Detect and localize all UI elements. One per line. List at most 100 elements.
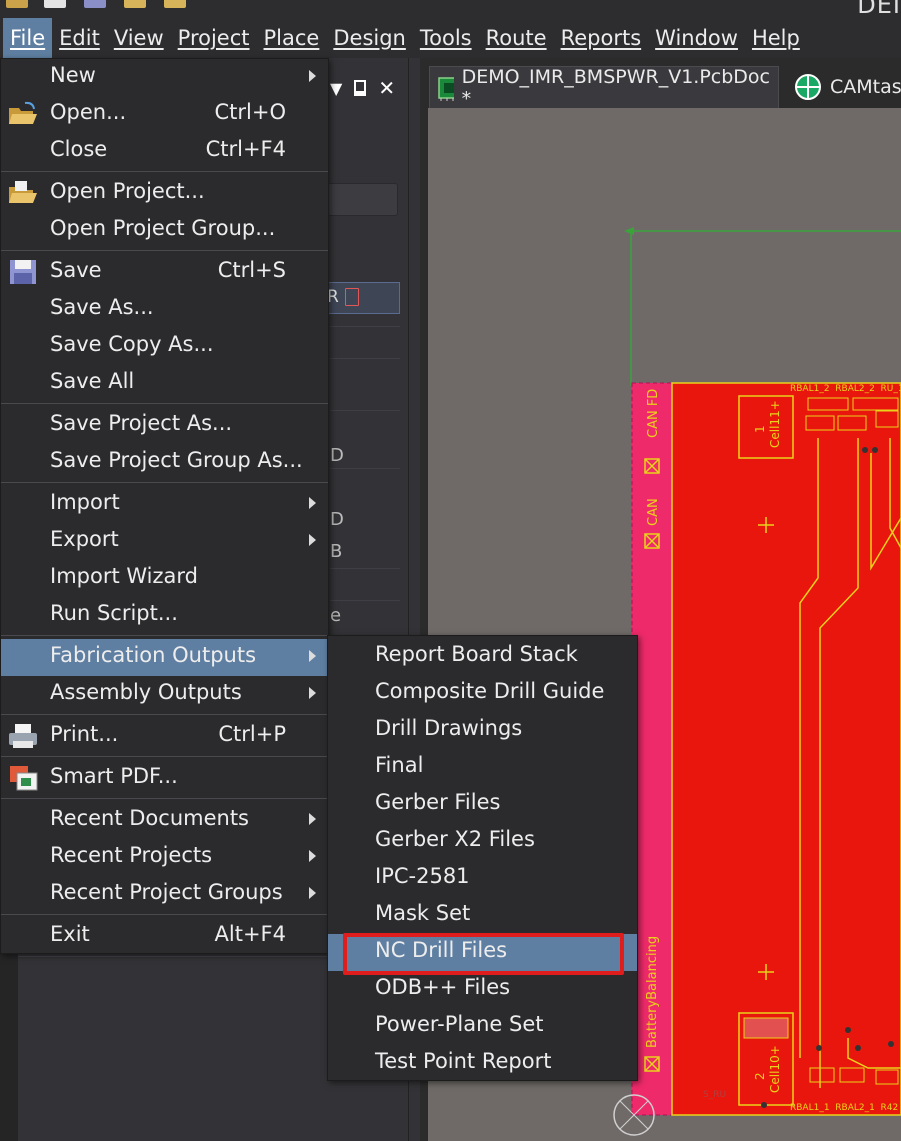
- menu-item-label: Open Project Group...: [50, 216, 276, 240]
- row-divider: [330, 468, 400, 469]
- menu-item-save-all[interactable]: Save All: [1, 365, 328, 402]
- menu-place[interactable]: Place: [257, 18, 327, 58]
- quick-open-icon[interactable]: [124, 0, 146, 8]
- menu-item-export[interactable]: Export: [1, 523, 328, 560]
- menu-separator: [1, 635, 328, 636]
- submenu-item-report-board-stack[interactable]: Report Board Stack: [328, 638, 637, 675]
- menu-item-import-wizard[interactable]: Import Wizard: [1, 560, 328, 597]
- menu-separator: [1, 482, 328, 483]
- submenu-item-label: Power-Plane Set: [375, 1012, 544, 1036]
- menu-item-run-script[interactable]: Run Script...: [1, 597, 328, 634]
- submenu-item-gerber-files[interactable]: Gerber Files: [328, 786, 637, 823]
- pcb-icon: [438, 76, 454, 101]
- quick-open-project-icon[interactable]: [164, 0, 186, 8]
- menu-item-smart-pdf[interactable]: Smart PDF...: [1, 760, 328, 797]
- panel-selected-item[interactable]: R: [318, 282, 400, 314]
- submenu-item-label: Final: [375, 753, 424, 777]
- row-divider: [330, 358, 400, 359]
- menu-item-save-project-group-as[interactable]: Save Project Group As...: [1, 444, 328, 481]
- quick-save-icon[interactable]: [44, 0, 66, 8]
- submenu-item-test-point-report[interactable]: Test Point Report: [328, 1045, 637, 1082]
- menu-item-new[interactable]: New: [1, 59, 328, 96]
- menu-view[interactable]: View: [107, 18, 171, 58]
- submenu-item-label: Drill Drawings: [375, 716, 523, 740]
- panel-close-icon[interactable]: ✕: [378, 76, 395, 100]
- menu-item-label: New: [50, 63, 96, 87]
- menu-item-open[interactable]: Open... Ctrl+O: [1, 96, 328, 133]
- submenu-item-drill-drawings[interactable]: Drill Drawings: [328, 712, 637, 749]
- panel-search-input[interactable]: [318, 183, 398, 216]
- pcb-label-cell11-num: 1: [753, 425, 767, 433]
- submenu-arrow-icon: [309, 813, 316, 825]
- menu-item-recent-project-groups[interactable]: Recent Project Groups: [1, 876, 328, 913]
- quick-save-all-icon[interactable]: [84, 0, 106, 8]
- menu-item-import[interactable]: Import: [1, 486, 328, 523]
- menu-item-label: Assembly Outputs: [50, 680, 242, 704]
- menu-separator: [1, 714, 328, 715]
- row-divider: [330, 568, 400, 569]
- submenu-item-ipc-2581[interactable]: IPC-2581: [328, 860, 637, 897]
- shortcut-label: Ctrl+F4: [205, 137, 286, 161]
- menu-item-label: Exit: [50, 922, 90, 946]
- file-menu: New Open... Ctrl+O Close Ctrl+F4 Open Proj…: [0, 58, 329, 954]
- menu-reports[interactable]: Reports: [554, 18, 649, 58]
- fabrication-outputs-submenu: Report Board Stack Composite Drill Guide…: [327, 635, 638, 1081]
- menu-item-recent-documents[interactable]: Recent Documents: [1, 802, 328, 839]
- panel-header-controls: ▼ ✕: [330, 68, 420, 108]
- shortcut-label: Alt+F4: [214, 922, 286, 946]
- submenu-arrow-icon: [309, 650, 316, 662]
- menu-file[interactable]: File: [3, 18, 53, 58]
- menu-window[interactable]: Window: [648, 18, 745, 58]
- submenu-item-odb-files[interactable]: ODB++ Files: [328, 971, 637, 1008]
- row-divider: [330, 326, 400, 327]
- submenu-arrow-icon: [309, 850, 316, 862]
- submenu-item-mask-set[interactable]: Mask Set: [328, 897, 637, 934]
- submenu-item-final[interactable]: Final: [328, 749, 637, 786]
- menu-project[interactable]: Project: [171, 18, 257, 58]
- menu-route[interactable]: Route: [479, 18, 554, 58]
- menu-help[interactable]: Help: [745, 18, 807, 58]
- menu-item-label: Print...: [50, 722, 119, 746]
- menu-item-save-copy-as[interactable]: Save Copy As...: [1, 328, 328, 365]
- submenu-item-label: Composite Drill Guide: [375, 679, 605, 703]
- menu-item-exit[interactable]: Exit Alt+F4: [1, 918, 328, 955]
- menu-item-close[interactable]: Close Ctrl+F4: [1, 133, 328, 170]
- pcb-label-can-fd: CAN FD: [646, 388, 661, 438]
- panel-dropdown-icon[interactable]: ▼: [330, 79, 342, 98]
- menu-item-print[interactable]: Print... Ctrl+P: [1, 718, 328, 755]
- menu-item-label: Save Project As...: [50, 411, 233, 435]
- pcb-label-s-ru: S_RU: [703, 1090, 727, 1100]
- menu-item-save-project-as[interactable]: Save Project As...: [1, 407, 328, 444]
- menu-item-label: Fabrication Outputs: [50, 643, 257, 667]
- pcb-label-top-refs: RBAL1_2 RBAL2_2 RU_1: [790, 384, 901, 394]
- submenu-arrow-icon: [309, 70, 316, 82]
- menu-item-label: Recent Documents: [50, 806, 249, 830]
- menu-item-label: Save: [50, 258, 102, 282]
- panel-pin-icon[interactable]: [354, 80, 367, 96]
- submenu-item-composite-drill-guide[interactable]: Composite Drill Guide: [328, 675, 637, 712]
- tree-item-fragment: D: [330, 509, 344, 530]
- menu-item-save-as[interactable]: Save As...: [1, 291, 328, 328]
- submenu-arrow-icon: [309, 497, 316, 509]
- tab-camtastic[interactable]: CAMtasti: [786, 66, 901, 108]
- menu-item-save[interactable]: Save Ctrl+S: [1, 254, 328, 291]
- tree-item-fragment: B: [330, 541, 343, 562]
- submenu-arrow-icon: [309, 534, 316, 546]
- menu-edit[interactable]: Edit: [52, 18, 107, 58]
- menu-item-recent-projects[interactable]: Recent Projects: [1, 839, 328, 876]
- title-bar: DEI: [0, 0, 901, 18]
- menu-tools[interactable]: Tools: [413, 18, 479, 58]
- menu-item-assembly-outputs[interactable]: Assembly Outputs: [1, 676, 328, 713]
- tab-pcbdoc[interactable]: DEMO_IMR_BMSPWR_V1.PcbDoc *: [429, 66, 779, 110]
- menu-item-fabrication-outputs[interactable]: Fabrication Outputs: [1, 639, 328, 676]
- tree-item-fragment: D: [330, 445, 344, 466]
- submenu-item-gerber-x2-files[interactable]: Gerber X2 Files: [328, 823, 637, 860]
- menu-item-open-project[interactable]: Open Project...: [1, 175, 328, 212]
- menu-design[interactable]: Design: [326, 18, 413, 58]
- menu-item-label: Save All: [50, 369, 135, 393]
- app-logo-icon: [6, 0, 28, 8]
- menu-item-open-project-group[interactable]: Open Project Group...: [1, 212, 328, 249]
- menu-item-label: Export: [50, 527, 119, 551]
- submenu-item-label: Test Point Report: [375, 1049, 552, 1073]
- submenu-item-power-plane-set[interactable]: Power-Plane Set: [328, 1008, 637, 1045]
